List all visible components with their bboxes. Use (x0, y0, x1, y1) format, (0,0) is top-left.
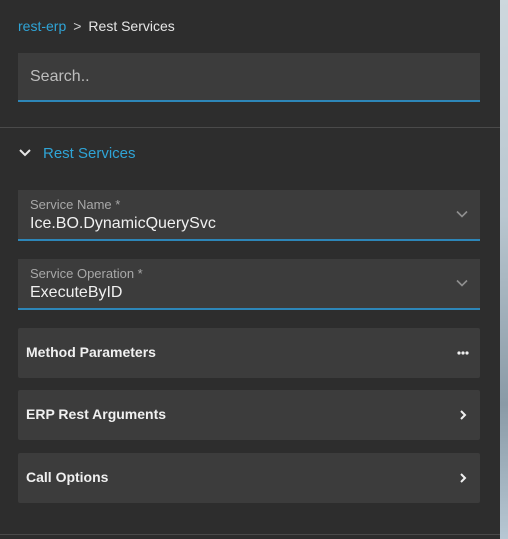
rest-services-section-header[interactable]: Rest Services (18, 143, 136, 163)
search-input[interactable] (18, 53, 480, 100)
chevron-right-icon (460, 410, 467, 420)
call-options-label: Call Options (26, 469, 109, 485)
breadcrumb-separator: > (73, 18, 82, 34)
chevron-right-icon (460, 473, 467, 483)
properties-panel: rest-erp > Rest Services Rest Services Ser… (0, 0, 500, 539)
more-horizontal-icon[interactable] (456, 346, 470, 360)
service-name-select[interactable]: Service Name * Ice.BO.DynamicQuerySvc (18, 190, 480, 241)
call-options-row[interactable]: Call Options (18, 453, 480, 503)
method-parameters-label: Method Parameters (26, 344, 156, 360)
breadcrumb-root-link[interactable]: rest-erp (18, 18, 66, 34)
chevron-down-icon (456, 279, 468, 287)
service-operation-value: ExecuteByID (30, 284, 123, 301)
section-title: Rest Services (43, 144, 136, 162)
breadcrumb-current: Rest Services (88, 18, 175, 34)
service-name-value: Ice.BO.DynamicQuerySvc (30, 215, 216, 232)
chevron-down-icon (19, 149, 31, 157)
erp-rest-arguments-label: ERP Rest Arguments (26, 406, 167, 422)
chevron-down-icon (456, 210, 468, 218)
method-parameters-row[interactable]: Method Parameters (18, 328, 480, 378)
service-operation-label: Service Operation * (30, 266, 143, 281)
top-divider (0, 127, 500, 128)
bottom-divider (0, 534, 500, 535)
breadcrumb: rest-erp > Rest Services (18, 17, 175, 35)
background-canvas-edge (500, 0, 508, 539)
search-box (18, 53, 480, 102)
erp-rest-arguments-row[interactable]: ERP Rest Arguments (18, 390, 480, 440)
service-operation-select[interactable]: Service Operation * ExecuteByID (18, 259, 480, 310)
service-name-label: Service Name * (30, 197, 121, 212)
